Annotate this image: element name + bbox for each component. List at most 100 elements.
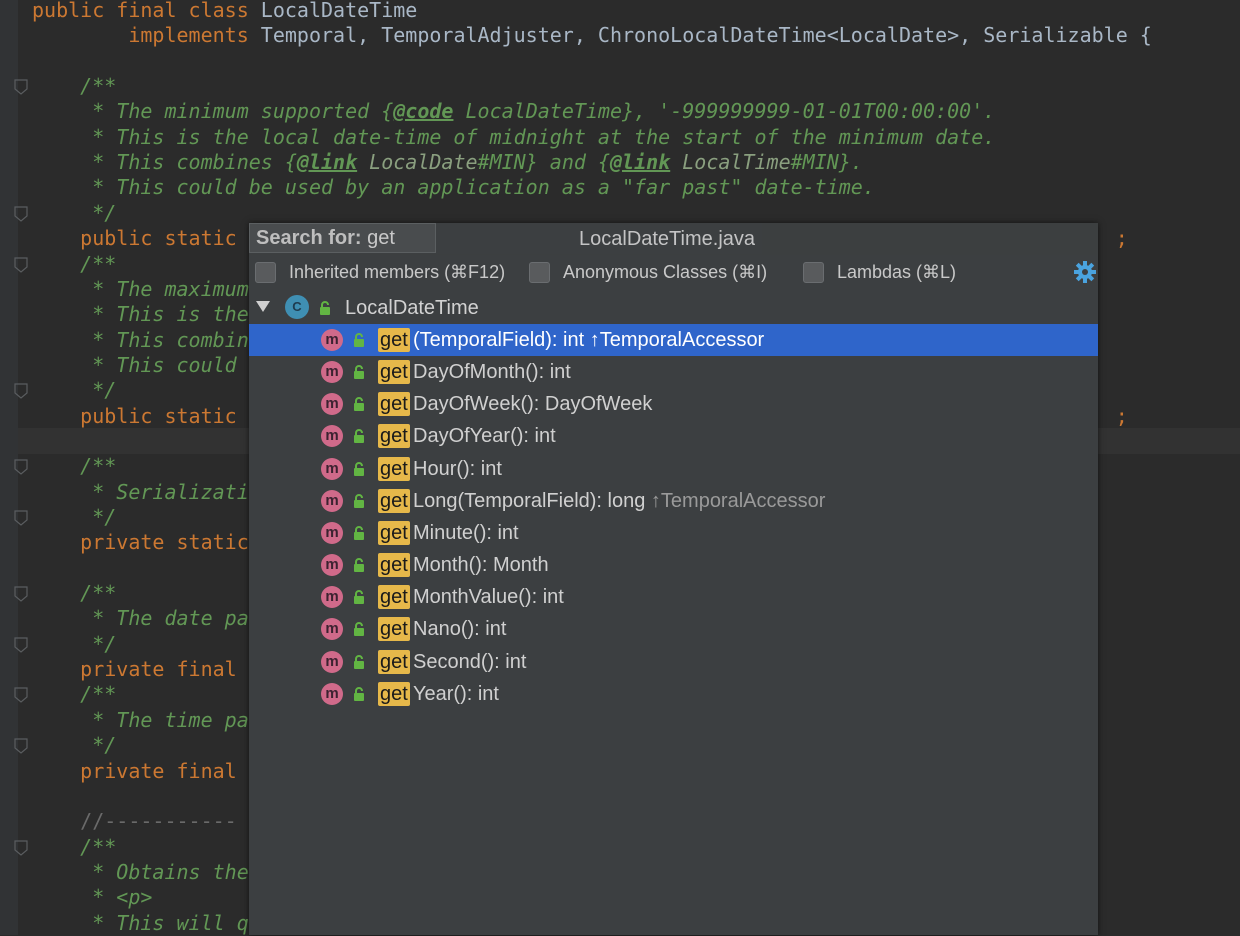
method-icon: m — [321, 361, 343, 384]
code-token: ; — [1115, 226, 1128, 251]
lock-icon — [353, 686, 365, 701]
fold-marker-icon[interactable] — [14, 459, 28, 476]
code-token: * Serializati — [32, 479, 249, 504]
code-token: /** — [32, 682, 117, 707]
code-token: private static — [32, 530, 249, 555]
search-match-highlight: get — [378, 585, 410, 610]
lock-icon — [319, 301, 331, 315]
code-line: private static — [32, 530, 249, 555]
method-icon: m — [321, 457, 343, 480]
code-token: */ — [32, 200, 117, 225]
lock-icon — [353, 558, 365, 573]
code-line: */ — [32, 632, 116, 657]
code-token: private final — [32, 758, 249, 783]
method-icon: m — [321, 489, 343, 512]
code-line: implements Temporal, TemporalAdjuster, C… — [32, 23, 1152, 48]
gear-icon[interactable] — [1073, 260, 1097, 284]
member-row[interactable]: m get DayOfMonth(): int — [249, 356, 1098, 388]
fold-marker-icon[interactable] — [14, 383, 28, 400]
code-line: * Serializati — [32, 480, 249, 505]
code-line: */ — [32, 201, 116, 226]
member-signature: Nano(): int — [413, 613, 506, 645]
triangle-down-icon[interactable] — [255, 298, 271, 314]
code-token: * The minimum supported { — [32, 99, 394, 124]
lock-icon — [353, 333, 365, 347]
code-token: */ — [32, 733, 117, 758]
code-token: * This could — [32, 352, 249, 377]
code-line: public final class LocalDateTime — [32, 0, 417, 23]
member-row[interactable]: m get Month(): Month — [249, 549, 1098, 581]
tree-root-localdatetime[interactable]: C LocalDateTime — [249, 292, 1098, 324]
member-row[interactable]: m get Second(): int — [249, 646, 1098, 678]
lambdas-checkbox[interactable] — [803, 262, 824, 283]
code-token: * The date pa — [32, 606, 249, 631]
member-row[interactable]: m get Hour(): int — [249, 453, 1098, 485]
member-signature: Hour(): int — [413, 453, 502, 485]
member-signature: Year(): int — [413, 678, 499, 710]
fold-marker-icon[interactable] — [14, 839, 28, 856]
code-line: * This could — [32, 353, 249, 378]
member-name: DayOfYear(): int — [413, 425, 556, 448]
member-row[interactable]: m get Nano(): int — [249, 613, 1098, 645]
member-name: Minute(): int — [413, 521, 519, 544]
code-token: #MIN} and { — [477, 150, 610, 175]
fold-marker-icon[interactable] — [14, 79, 28, 95]
code-token: /** — [32, 454, 117, 479]
fold-marker-icon[interactable] — [14, 637, 28, 653]
lambdas-label[interactable]: Lambdas (⌘L) — [837, 257, 956, 287]
code-token: implements — [32, 23, 261, 48]
code-token: public final class — [32, 0, 261, 22]
fold-marker-icon[interactable] — [14, 687, 28, 704]
fold-marker-icon[interactable] — [14, 586, 28, 602]
inherited-members-checkbox[interactable] — [255, 262, 276, 283]
member-row[interactable]: m get DayOfYear(): int — [249, 420, 1098, 452]
search-match-highlight: get — [378, 456, 410, 481]
code-line: * The date pa — [32, 606, 249, 631]
code-token: */ — [32, 378, 117, 403]
search-field[interactable]: Search for: get — [249, 223, 436, 253]
search-value: get — [367, 227, 395, 249]
search-prefix: Search for: — [256, 227, 362, 249]
lock-icon — [353, 429, 365, 444]
search-match-highlight: get — [378, 328, 410, 352]
lock-icon — [353, 461, 365, 476]
anonymous-classes-checkbox[interactable] — [529, 262, 550, 283]
code-line: /** — [32, 252, 116, 277]
member-row[interactable]: m get Year(): int — [249, 678, 1098, 710]
inherited-members-label[interactable]: Inherited members (⌘F12) — [289, 257, 505, 287]
fold-marker-icon[interactable] — [14, 510, 28, 526]
member-row[interactable]: m get MonthValue(): int — [249, 581, 1098, 613]
member-name: Hour(): int — [413, 457, 502, 480]
member-name: Month(): Month — [413, 554, 549, 577]
member-signature: DayOfMonth(): int — [413, 356, 571, 388]
fold-marker-icon[interactable] — [14, 738, 28, 754]
member-row[interactable]: m get DayOfWeek(): DayOfWeek — [249, 388, 1098, 420]
code-token: * Obtains the — [32, 859, 249, 884]
inherited-from: ↑TemporalAccessor — [589, 329, 765, 351]
fold-marker-icon[interactable] — [14, 206, 28, 222]
member-row[interactable]: m get (TemporalField): int ↑TemporalAccess… — [249, 324, 1098, 356]
member-row[interactable]: m get Long(TemporalField): long ↑TemporalA… — [249, 485, 1098, 517]
file-structure-popup: Search for: get LocalDateTime.java Inher… — [249, 223, 1098, 935]
lock-icon — [353, 493, 365, 508]
anonymous-classes-label[interactable]: Anonymous Classes (⌘I) — [563, 257, 767, 287]
code-line: * This combin — [32, 328, 249, 353]
code-token: private final — [32, 657, 249, 682]
code-token: public static — [32, 226, 249, 251]
member-signature: Second(): int — [413, 646, 526, 678]
code-line: * This is the — [32, 302, 249, 327]
code-token: * This will qu — [32, 910, 261, 935]
method-icon: m — [321, 425, 343, 448]
fold-marker-icon[interactable] — [14, 256, 28, 273]
search-match-highlight: get — [378, 424, 410, 449]
method-icon: m — [321, 586, 343, 609]
member-row[interactable]: m get Minute(): int — [249, 517, 1098, 549]
tree-root-label: LocalDateTime — [345, 297, 479, 319]
code-token: #MIN}. — [790, 150, 863, 175]
method-icon: m — [321, 329, 343, 351]
member-signature: Minute(): int — [413, 517, 519, 549]
member-name: DayOfWeek(): DayOfWeek — [413, 393, 653, 416]
member-signature: Long(TemporalField): long ↑TemporalAcces… — [413, 485, 825, 517]
search-match-highlight: get — [378, 553, 410, 578]
code-token: */ — [32, 631, 117, 656]
